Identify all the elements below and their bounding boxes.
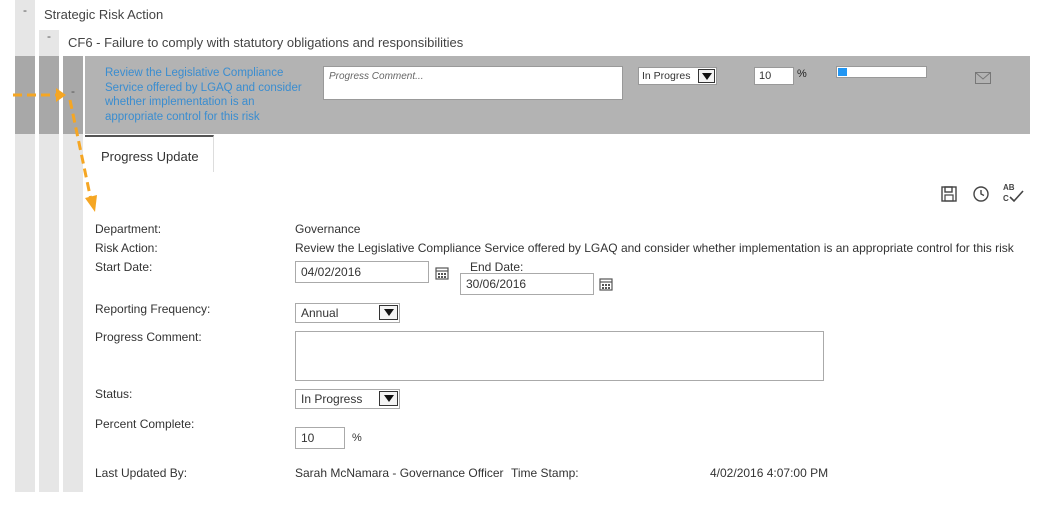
start-date-input[interactable]: 04/02/2016 [295, 261, 429, 283]
end-date-label: End Date: [470, 260, 524, 274]
band-cell-level2 [39, 56, 59, 134]
progress-bar-fill [838, 68, 847, 76]
percent-symbol: % [352, 432, 362, 444]
risk-action-value: Review the Legislative Compliance Servic… [295, 241, 1014, 255]
tab-progress-update[interactable]: Progress Update [85, 135, 214, 172]
start-date-label: Start Date: [95, 260, 153, 274]
reporting-frequency-select[interactable]: Annual [295, 303, 400, 323]
percent-complete-label: Percent Complete: [95, 417, 195, 431]
progress-bar [836, 66, 927, 78]
save-icon[interactable] [940, 185, 958, 203]
chevron-down-icon [379, 391, 398, 406]
percent-input-inline[interactable]: 10 [754, 67, 794, 85]
progress-comment-input[interactable]: Progress Comment... [323, 66, 623, 100]
status-label: Status: [95, 387, 133, 401]
percent-symbol-inline: % [797, 68, 807, 80]
percent-complete-input[interactable]: 10 [295, 427, 345, 449]
svg-text:C: C [1003, 194, 1009, 203]
action-title-link[interactable]: Review the Legislative Compliance Servic… [105, 66, 315, 124]
band-gutter-c [83, 56, 85, 134]
last-updated-label: Last Updated By: [95, 466, 188, 480]
status-select-inline[interactable]: In Progres [638, 67, 717, 85]
end-date-input[interactable]: 30/06/2016 [460, 273, 594, 295]
history-clock-icon[interactable] [972, 185, 990, 203]
risk-action-label: Risk Action: [95, 241, 158, 255]
calendar-icon[interactable] [435, 266, 449, 280]
tree-item-risk-cf6: CF6 - Failure to comply with statutory o… [68, 35, 464, 50]
status-select[interactable]: In Progress [295, 389, 400, 409]
spellcheck-icon[interactable]: AB C [1003, 184, 1025, 204]
collapse-toggle-level1[interactable]: - [15, 4, 35, 16]
timestamp-value: 4/02/2016 4:07:00 PM [710, 466, 829, 480]
last-updated-value: Sarah McNamara - Governance Officer [295, 466, 504, 480]
timestamp-label: Time Stamp: [511, 466, 579, 480]
chevron-down-icon [379, 305, 398, 320]
calendar-icon[interactable] [599, 277, 613, 291]
chevron-down-icon [698, 69, 715, 83]
progress-comment-textarea[interactable] [295, 331, 824, 381]
progress-comment-label: Progress Comment: [95, 330, 202, 344]
collapse-toggle-level3[interactable]: - [63, 85, 83, 97]
tree-item-strategic-risk-action: Strategic Risk Action [44, 7, 164, 22]
status-select-inline-value: In Progres [642, 70, 691, 82]
envelope-icon[interactable] [975, 72, 991, 84]
department-value: Governance [295, 222, 361, 236]
collapse-toggle-level2[interactable]: - [39, 30, 59, 42]
reporting-frequency-value: Annual [301, 306, 339, 320]
status-select-value: In Progress [301, 392, 363, 406]
band-cell-level1 [15, 56, 35, 134]
reporting-frequency-label: Reporting Frequency: [95, 302, 211, 316]
department-label: Department: [95, 222, 162, 236]
